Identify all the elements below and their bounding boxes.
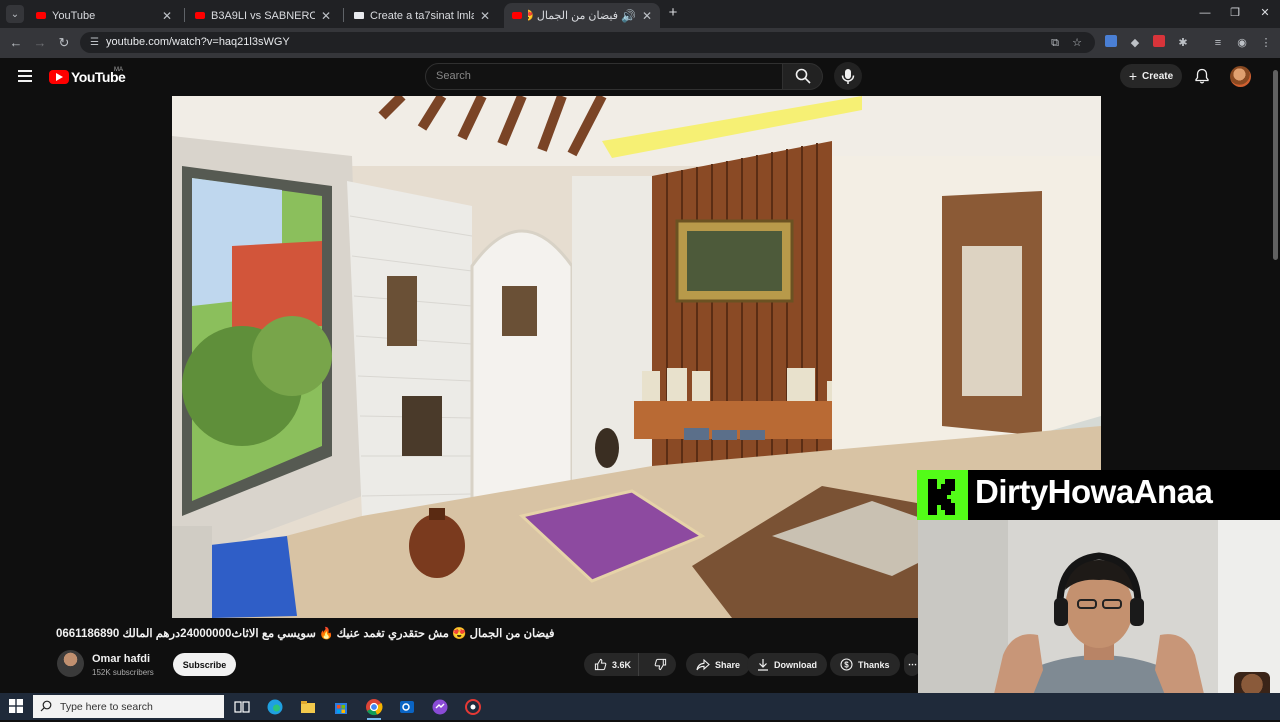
file-explorer-icon[interactable]: [298, 697, 318, 717]
messenger-app-icon[interactable]: [430, 697, 450, 717]
install-app-icon[interactable]: ⧉: [1047, 35, 1063, 51]
tab-title: YouTube: [52, 9, 96, 22]
site-info-icon[interactable]: ☰: [88, 36, 101, 49]
thanks-label: Thanks: [858, 659, 890, 670]
tab-current-video[interactable]: فيضان من الجمال 😍 مش حتقدري 🔊 ✕: [504, 3, 660, 28]
extension-red-icon[interactable]: [1151, 35, 1167, 51]
download-icon: [758, 659, 768, 671]
subscribe-button[interactable]: Subscribe: [173, 653, 236, 676]
subscriber-count: 152K subscribers: [92, 668, 154, 677]
super-thanks-icon: $: [840, 658, 853, 671]
microphone-icon: [841, 69, 855, 84]
tab-search-icon[interactable]: ⌄: [6, 5, 24, 23]
restore-icon[interactable]: ❐: [1220, 4, 1250, 22]
close-window-icon[interactable]: ✕: [1250, 4, 1280, 22]
extensions-puzzle-icon[interactable]: ✱: [1175, 35, 1191, 51]
webcam-image: [918, 520, 1280, 720]
url-text[interactable]: youtube.com/watch?v=haq21l3sWGY: [106, 36, 290, 48]
close-tab-icon[interactable]: ✕: [321, 9, 331, 23]
download-button[interactable]: Download: [747, 653, 827, 676]
search-icon[interactable]: [795, 68, 811, 84]
game-app-icon[interactable]: [463, 697, 483, 717]
back-icon[interactable]: ←: [6, 33, 26, 53]
svg-text:$: $: [844, 660, 849, 669]
edge-browser-icon[interactable]: [265, 697, 285, 717]
windows-start-icon[interactable]: [9, 699, 23, 713]
page-favicon-icon: [354, 12, 364, 19]
plus-icon: +: [1128, 68, 1138, 84]
search-input[interactable]: [425, 63, 783, 90]
user-avatar[interactable]: [1230, 66, 1251, 87]
new-tab-icon[interactable]: +: [664, 4, 682, 22]
tab-haircut[interactable]: Create a ta7sinat lmla7 "haircut" ✕: [346, 3, 498, 28]
bookmark-star-icon[interactable]: ☆: [1069, 35, 1085, 51]
tab-b3a9li[interactable]: B3A9LI vs SABNERO : أبرز الأحداث ✕: [187, 3, 339, 28]
taskbar-search-icon: [40, 700, 52, 712]
youtube-logo-icon[interactable]: [49, 70, 69, 84]
video-title: فيضان من الجمال 😍 مش حتقدري تغمد عنيك 🔥 …: [56, 628, 555, 640]
taskbar-search-placeholder: Type here to search: [60, 701, 153, 713]
tab-divider: [343, 8, 344, 22]
close-tab-icon[interactable]: ✕: [642, 9, 652, 23]
browser-menu-icon[interactable]: ⋮: [1258, 35, 1274, 51]
kick-logo-icon: [917, 470, 968, 520]
audio-playing-icon[interactable]: 🔊: [621, 9, 636, 23]
webcam-feed: [918, 520, 1280, 720]
like-button[interactable]: 3.6K: [584, 653, 640, 676]
forward-icon[interactable]: →: [30, 33, 50, 53]
share-arrow-icon: [696, 658, 710, 670]
create-button[interactable]: + Create: [1120, 64, 1182, 88]
notifications-bell-icon[interactable]: [1193, 67, 1211, 85]
close-tab-icon[interactable]: ✕: [162, 9, 172, 23]
profile-icon[interactable]: ◉: [1234, 35, 1250, 51]
search-placeholder: Search: [436, 70, 471, 82]
like-dislike-group: 3.6K: [584, 653, 676, 676]
task-view-icon[interactable]: [232, 697, 252, 717]
extension-diamond-icon[interactable]: ◆: [1127, 35, 1143, 51]
extension-translate-icon[interactable]: [1103, 35, 1119, 51]
channel-avatar[interactable]: [57, 650, 84, 677]
close-tab-icon[interactable]: ✕: [480, 9, 490, 23]
microsoft-store-icon[interactable]: [331, 697, 351, 717]
thumbs-down-icon: [654, 658, 666, 671]
dislike-button[interactable]: [644, 653, 676, 676]
chrome-browser-icon[interactable]: [364, 697, 384, 720]
youtube-favicon-icon: [512, 12, 522, 19]
reload-icon[interactable]: ↻: [54, 33, 74, 53]
download-label: Download: [774, 659, 817, 670]
region-code: MA: [114, 67, 123, 73]
more-dots-icon: ⋯: [908, 659, 917, 669]
minimize-icon[interactable]: —: [1190, 4, 1220, 22]
guide-menu-icon[interactable]: [18, 70, 32, 82]
create-label: Create: [1142, 70, 1174, 82]
tab-title: فيضان من الجمال 😍 مش حتقدري: [528, 10, 618, 22]
reading-list-icon[interactable]: ≡: [1210, 35, 1226, 51]
tab-divider: [184, 8, 185, 22]
voice-search-button[interactable]: [834, 62, 862, 90]
like-count: 3.6K: [612, 659, 632, 670]
streamer-name: DirtyHowaAnaa: [975, 473, 1213, 510]
tab-title: B3A9LI vs SABNERO : أبرز الأحداث: [211, 10, 315, 22]
page-scrollbar[interactable]: [1273, 70, 1278, 260]
channel-name[interactable]: Omar hafdi: [92, 653, 150, 665]
tab-title: Create a ta7sinat lmla7 "haircut": [370, 9, 474, 22]
youtube-favicon-icon: [195, 12, 205, 19]
tab-youtube[interactable]: YouTube ✕: [28, 3, 180, 28]
youtube-favicon-icon: [36, 12, 46, 19]
outlook-icon[interactable]: [397, 697, 417, 717]
thanks-button[interactable]: $ Thanks: [830, 653, 900, 676]
share-label: Share: [715, 659, 741, 670]
thumbs-up-icon: [594, 658, 607, 671]
share-button[interactable]: Share: [686, 653, 751, 676]
